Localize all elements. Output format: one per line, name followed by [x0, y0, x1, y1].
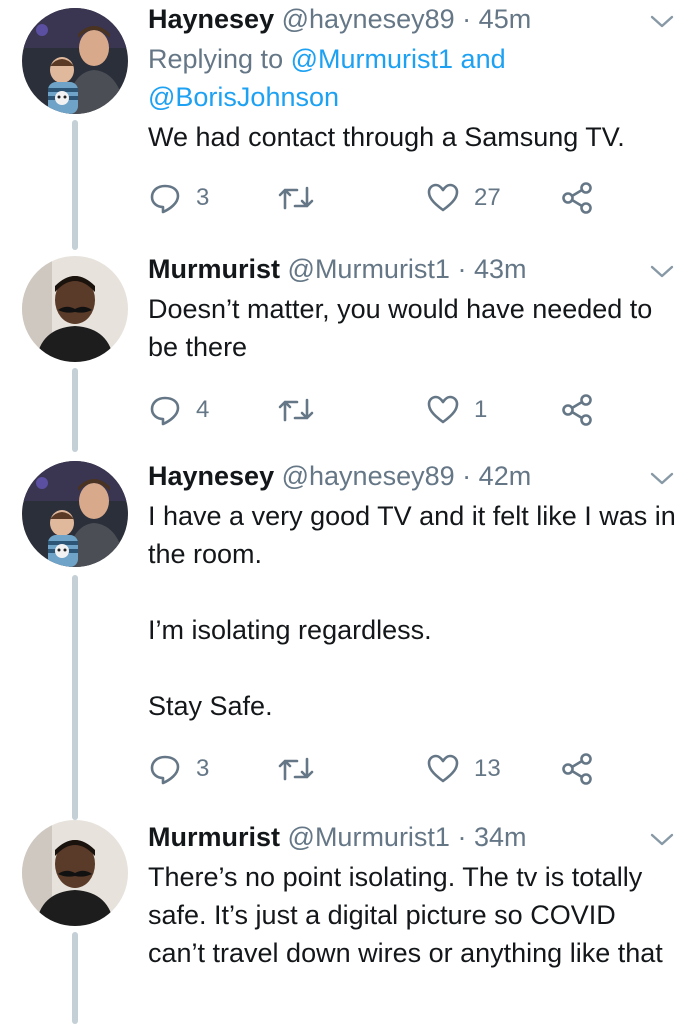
timestamp[interactable]: 45m — [479, 4, 532, 34]
conversation-thread: Haynesey @haynesey89 · 45m Replying to @… — [0, 0, 699, 1024]
tweet-actions: 3 13 — [148, 749, 679, 789]
user-handle[interactable]: @haynesey89 — [282, 461, 455, 491]
display-name[interactable]: Murmurist — [148, 254, 280, 284]
reply-count: 3 — [196, 755, 210, 782]
heart-icon — [427, 754, 459, 783]
avatar-image — [22, 461, 128, 567]
share-button[interactable] — [560, 390, 594, 430]
chevron-down-icon[interactable] — [649, 254, 675, 278]
user-handle[interactable]: @Murmurist1 — [288, 822, 450, 852]
user-handle[interactable]: @haynesey89 — [282, 4, 455, 34]
share-icon — [562, 394, 592, 426]
replying-to-label: Replying to — [148, 44, 284, 74]
tweet-text: I have a very good TV and it felt like I… — [148, 501, 676, 721]
display-name[interactable]: Haynesey — [148, 461, 274, 491]
reply-count: 3 — [196, 184, 210, 211]
retweet-icon — [278, 757, 314, 781]
reply-count: 4 — [196, 396, 210, 423]
separator-dot: · — [462, 4, 472, 34]
heart-icon — [427, 395, 459, 424]
avatar-haynesey[interactable] — [22, 461, 128, 567]
avatar-murmurist[interactable] — [22, 820, 128, 926]
user-handle[interactable]: @Murmurist1 — [288, 254, 450, 284]
tweet-text: We had contact through a Samsung TV. — [148, 122, 625, 152]
avatar-image — [22, 820, 128, 926]
mention-link[interactable]: @BorisJohnson — [148, 82, 339, 112]
display-name[interactable]: Haynesey — [148, 4, 274, 34]
mention-link[interactable]: @Murmurist1 — [291, 44, 453, 74]
reply-icon — [150, 755, 180, 785]
avatar-haynesey[interactable] — [22, 8, 128, 114]
chevron-down-icon[interactable] — [649, 4, 675, 28]
replying-to: Replying to @Murmurist1 and @BorisJohnso… — [148, 40, 679, 116]
reply-button[interactable]: 3 — [148, 749, 209, 789]
tweet-content: Haynesey @haynesey89 · 42m I have a very… — [148, 457, 679, 789]
tweet-actions: 3 27 — [148, 178, 679, 218]
retweet-icon — [278, 398, 314, 422]
reply-icon — [150, 184, 180, 214]
reply-button[interactable]: 3 — [148, 178, 209, 218]
chevron-down-icon[interactable] — [649, 822, 675, 846]
tweet-header: Murmurist @Murmurist1 · 43m — [148, 250, 679, 290]
thread-connector-line — [72, 368, 78, 452]
timestamp[interactable]: 43m — [474, 254, 527, 284]
like-button[interactable]: 1 — [426, 390, 487, 430]
avatar-image — [22, 256, 128, 362]
tweet-3[interactable]: Haynesey @haynesey89 · 42m I have a very… — [0, 457, 699, 820]
separator-dot: · — [457, 254, 467, 284]
tweet-4[interactable]: Murmurist @Murmurist1 · 34m There’s no p… — [0, 818, 699, 1024]
share-button[interactable] — [560, 178, 594, 218]
tweet-1[interactable]: Haynesey @haynesey89 · 45m Replying to @… — [0, 0, 699, 250]
retweet-icon — [278, 186, 314, 210]
tweet-text: There’s no point isolating. The tv is to… — [148, 862, 663, 968]
tweet-actions: 4 1 — [148, 390, 679, 430]
timestamp[interactable]: 42m — [479, 461, 532, 491]
heart-icon — [427, 183, 459, 212]
tweet-content: Haynesey @haynesey89 · 45m Replying to @… — [148, 0, 679, 218]
mention-and[interactable]: and — [461, 44, 506, 74]
tweet-header: Murmurist @Murmurist1 · 34m — [148, 818, 679, 858]
like-button[interactable]: 13 — [426, 749, 501, 789]
avatar-murmurist[interactable] — [22, 256, 128, 362]
tweet-text: Doesn’t matter, you would have needed to… — [148, 294, 653, 362]
share-button[interactable] — [560, 749, 594, 789]
retweet-button[interactable] — [276, 390, 330, 430]
thread-connector-line — [72, 575, 78, 820]
share-icon — [562, 182, 592, 214]
tweet-header: Haynesey @haynesey89 · 45m — [148, 0, 679, 40]
tweet-header: Haynesey @haynesey89 · 42m — [148, 457, 679, 497]
tweet-content: Murmurist @Murmurist1 · 34m There’s no p… — [148, 818, 679, 972]
tweet-content: Murmurist @Murmurist1 · 43m Doesn’t matt… — [148, 250, 679, 430]
retweet-button[interactable] — [276, 178, 330, 218]
share-icon — [562, 753, 592, 785]
display-name[interactable]: Murmurist — [148, 822, 280, 852]
like-count: 1 — [474, 396, 488, 423]
separator-dot: · — [462, 461, 472, 491]
like-count: 27 — [474, 184, 501, 211]
reply-icon — [150, 396, 180, 426]
like-button[interactable]: 27 — [426, 178, 501, 218]
separator-dot: · — [457, 822, 467, 852]
chevron-down-icon[interactable] — [649, 461, 675, 485]
reply-button[interactable]: 4 — [148, 390, 209, 430]
retweet-button[interactable] — [276, 749, 330, 789]
thread-connector-line — [72, 120, 78, 250]
timestamp[interactable]: 34m — [474, 822, 527, 852]
thread-connector-line — [72, 932, 78, 1024]
tweet-2[interactable]: Murmurist @Murmurist1 · 43m Doesn’t matt… — [0, 250, 699, 452]
like-count: 13 — [474, 755, 501, 782]
avatar-image — [22, 8, 128, 114]
